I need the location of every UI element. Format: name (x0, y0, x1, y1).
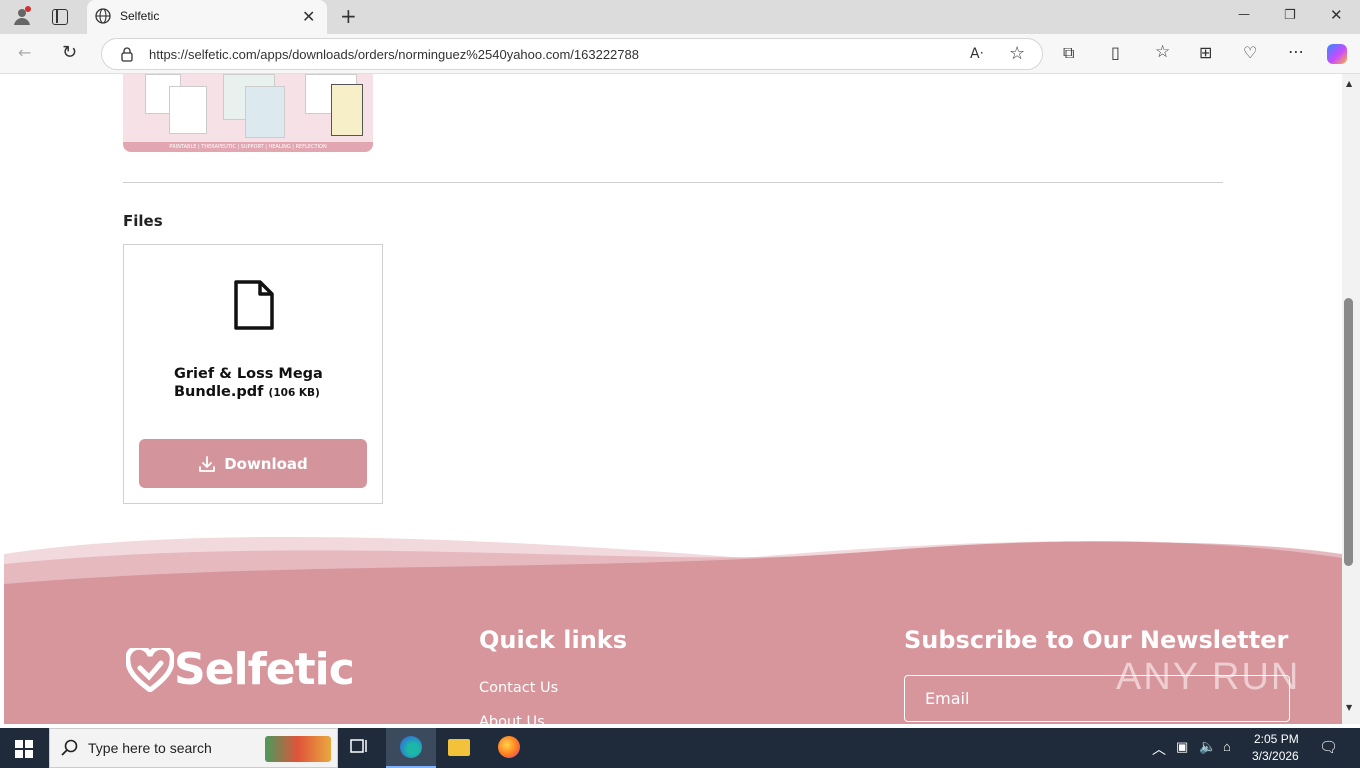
footer-link-about-us[interactable]: About Us (479, 714, 545, 724)
lock-icon[interactable] (120, 47, 134, 66)
newsletter-heading: Subscribe to Our Newsletter (904, 626, 1289, 654)
worksheet-thumb (245, 86, 285, 138)
browser-essentials-icon[interactable]: ♡ (1243, 45, 1257, 61)
page-content: PRINTABLE | THERAPEUTIC | SUPPORT | HEAL… (4, 74, 1342, 724)
read-aloud-icon[interactable]: Aᐧ (970, 47, 983, 61)
tab-selfetic[interactable]: Selfetic ✕ (87, 0, 327, 34)
globe-icon (95, 8, 111, 28)
tab-actions-icon[interactable] (52, 9, 68, 25)
taskbar-search[interactable]: Type here to search (49, 728, 338, 768)
back-icon[interactable]: ← (18, 45, 31, 61)
browser-toolbar: ← ↻ https://selfetic.com/apps/downloads/… (0, 34, 1360, 74)
files-heading: Files (123, 212, 163, 230)
scrollbar-thumb[interactable] (1344, 298, 1353, 566)
footer-link-contact-us[interactable]: Contact Us (479, 680, 558, 696)
product-image: PRINTABLE | THERAPEUTIC | SUPPORT | HEAL… (123, 74, 373, 152)
search-icon (61, 739, 79, 761)
footer-logo[interactable]: Selfetic (126, 644, 355, 695)
download-icon (199, 455, 216, 472)
download-button[interactable]: Download (139, 439, 367, 488)
restore-icon[interactable]: ❐ (1284, 9, 1296, 22)
windows-start-icon[interactable] (15, 740, 33, 758)
search-highlight-icon (265, 736, 331, 762)
quick-links-heading: Quick links (479, 626, 628, 654)
favorite-star-icon[interactable]: ☆ (1009, 45, 1025, 63)
copilot-icon[interactable] (1327, 44, 1347, 64)
network-icon[interactable]: ▣ (1176, 739, 1188, 755)
address-bar[interactable]: https://selfetic.com/apps/downloads/orde… (101, 38, 1043, 70)
volume-icon[interactable]: 🔈 (1199, 738, 1216, 755)
tab-close-icon[interactable]: ✕ (302, 7, 315, 26)
worksheet-thumb (169, 86, 207, 134)
product-image-caption: PRINTABLE | THERAPEUTIC | SUPPORT | HEAL… (123, 142, 373, 152)
minimize-icon[interactable]: — (1238, 8, 1250, 20)
file-explorer-icon[interactable] (448, 739, 470, 756)
refresh-icon[interactable]: ↻ (62, 44, 77, 62)
url-text[interactable]: https://selfetic.com/apps/downloads/orde… (149, 47, 639, 62)
profile-icon[interactable] (12, 6, 32, 26)
extensions-icon[interactable]: ⧉ (1063, 45, 1074, 61)
collections-icon[interactable]: ⊞ (1199, 45, 1212, 61)
edge-taskbar-icon[interactable] (386, 728, 436, 768)
window-close-icon[interactable]: ✕ (1330, 8, 1343, 23)
ethernet-icon[interactable]: ⌂ (1223, 739, 1231, 754)
download-label: Download (224, 454, 308, 473)
tab-title: Selfetic (120, 9, 160, 23)
task-view-icon[interactable] (350, 738, 370, 760)
worksheet-thumb (331, 84, 363, 136)
file-card: Grief & Loss Mega Bundle.pdf (106 KB) Do… (123, 244, 383, 504)
logo-text: Selfetic (174, 644, 355, 695)
windows-taskbar: Type here to search ︿ ▣ 🔈 ⌂ 2:05 PM 3/3/… (0, 728, 1360, 768)
section-divider (123, 182, 1223, 183)
file-size: (106 KB) (268, 387, 320, 399)
file-name: Grief & Loss Mega Bundle.pdf (106 KB) (174, 365, 354, 402)
anyrun-watermark: ANY RUN (1116, 656, 1301, 698)
firefox-icon[interactable] (498, 736, 520, 758)
heart-logo-icon (126, 647, 174, 692)
clock-time[interactable]: 2:05 PM (1254, 732, 1299, 746)
clock-date[interactable]: 3/3/2026 (1252, 749, 1299, 763)
favorites-icon[interactable]: ☆ (1155, 44, 1170, 61)
scroll-down-icon[interactable]: ▼ (1346, 704, 1352, 712)
more-icon[interactable]: ⋯ (1288, 44, 1304, 60)
browser-tab-bar: Selfetic ✕ + — ❐ ✕ (0, 0, 1360, 34)
tray-chevron-icon[interactable]: ︿ (1152, 739, 1166, 759)
split-screen-icon[interactable]: ▯ (1111, 45, 1120, 61)
file-icon (232, 278, 276, 336)
taskbar-search-placeholder: Type here to search (88, 740, 212, 756)
footer: Selfetic Quick links Contact Us About Us… (4, 534, 1342, 724)
notifications-icon[interactable]: 🗨 (1319, 738, 1338, 756)
new-tab-icon[interactable]: + (340, 6, 357, 26)
scroll-up-icon[interactable]: ▲ (1346, 80, 1352, 88)
